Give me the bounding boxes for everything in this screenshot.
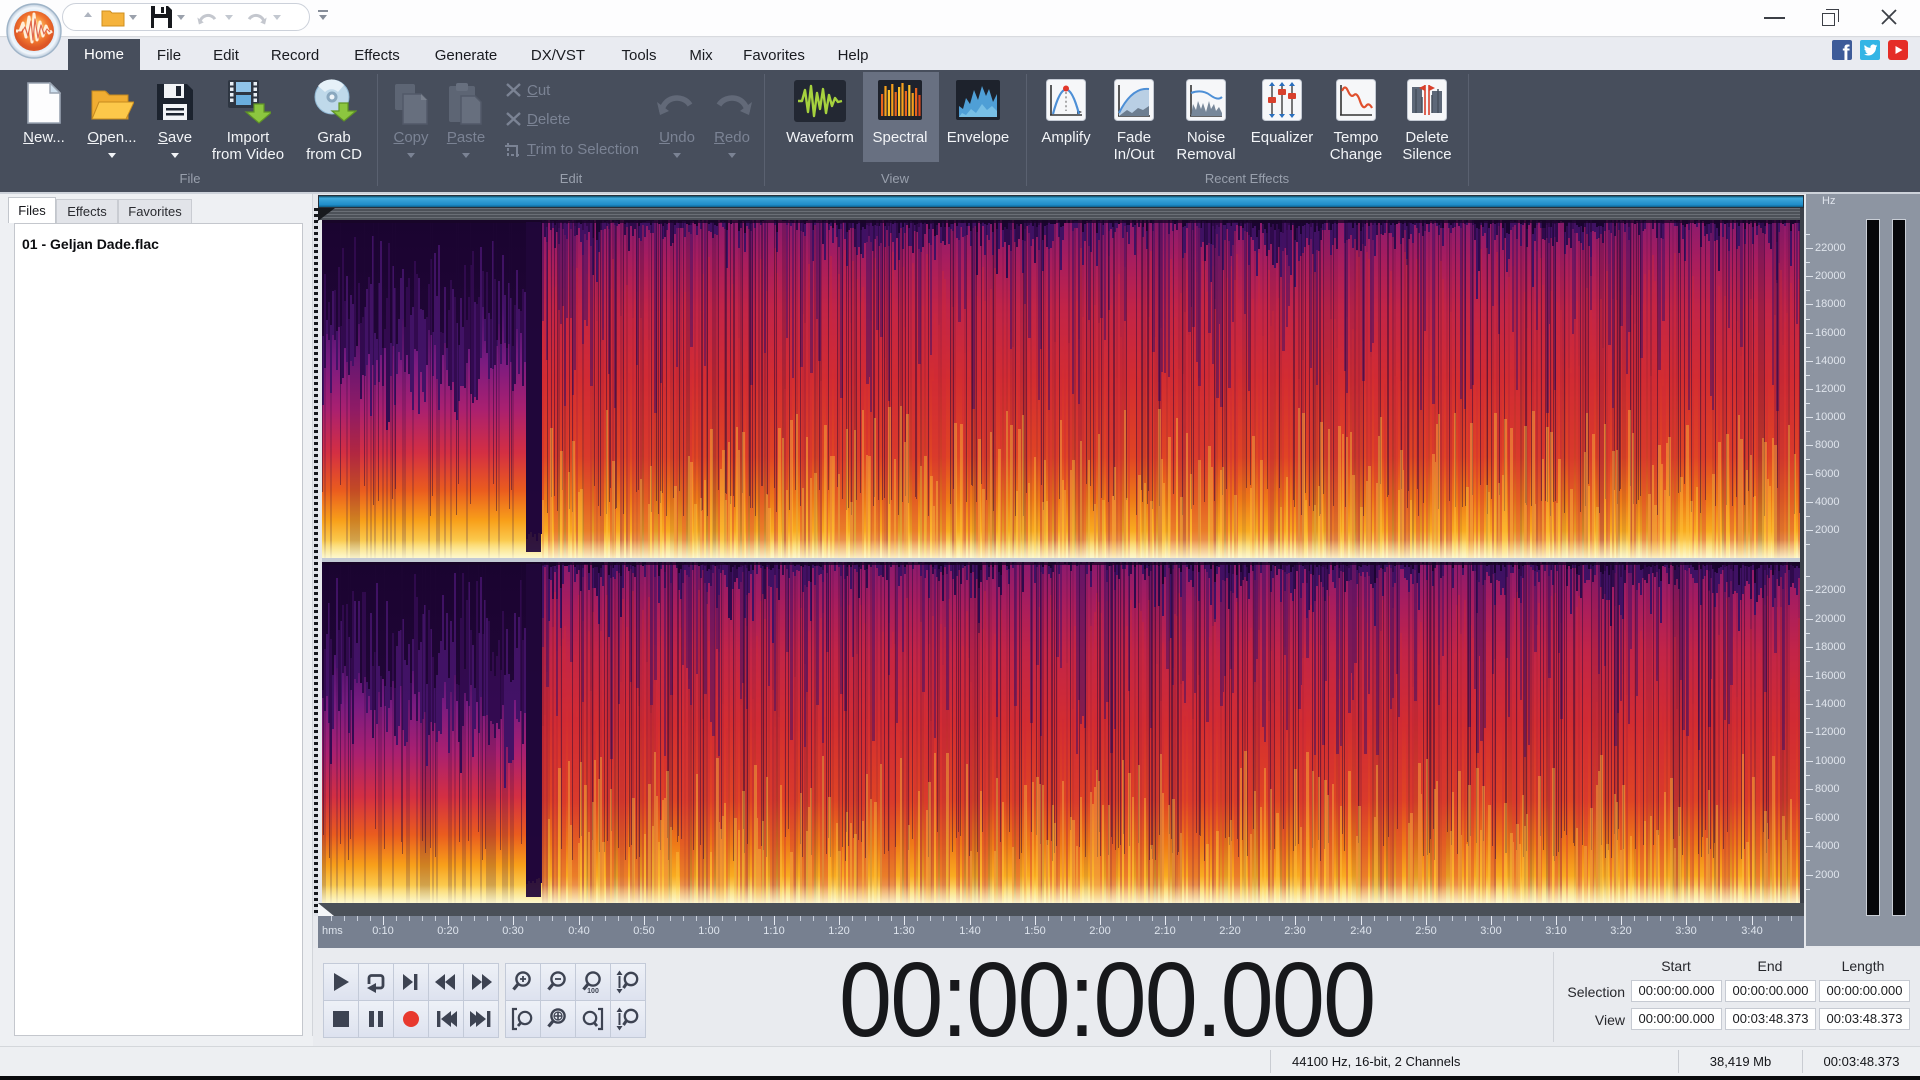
svg-text:100: 100	[587, 988, 599, 994]
svg-text:f: f	[1843, 42, 1851, 60]
